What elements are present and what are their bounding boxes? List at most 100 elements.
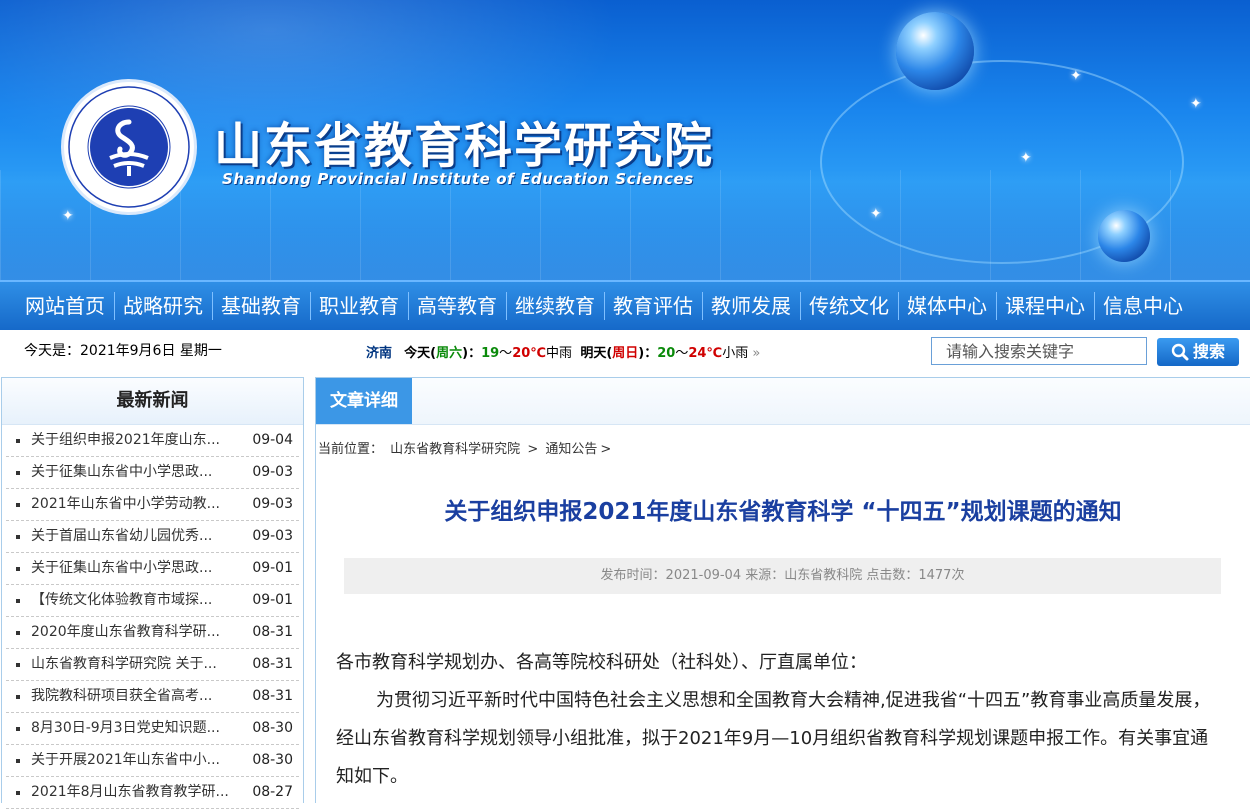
article-meta: 发布时间：2021-09-04 来源：山东省教科院 点击数：1477次: [344, 558, 1221, 594]
article-paragraph: 为贯彻习近平新时代中国特色社会主义思想和全国教育大会精神,促进我省“十四五”教育…: [336, 690, 1211, 787]
news-list-item[interactable]: 2021年8月山东省教育教学研... 08-27: [6, 777, 299, 809]
weather-forecast: 济南 今天(周六)：19〜20℃中雨 明天(周日)：20〜24℃小雨 »: [366, 342, 760, 361]
news-title[interactable]: 【传统文化体验教育市域探...: [31, 585, 241, 616]
nav-item[interactable]: 继续教育: [506, 282, 604, 330]
nav-item[interactable]: 职业教育: [310, 282, 408, 330]
bullet-icon: [16, 535, 20, 539]
seal-emblem-icon: [109, 119, 149, 176]
news-title[interactable]: 2020年度山东省教育科学研...: [31, 617, 241, 648]
nav-item[interactable]: 课程中心: [996, 282, 1094, 330]
article-salutation: 各市教育科学规划办、各高等院校科研处（社科处）、厅直属单位：: [336, 652, 867, 673]
nav-item[interactable]: 教育评估: [604, 282, 702, 330]
bullet-icon: [16, 631, 20, 635]
weather-tomorrow-cond: 小雨: [722, 346, 749, 361]
tab-article-detail[interactable]: 文章详细: [316, 378, 412, 424]
news-list-item[interactable]: 关于首届山东省幼儿园优秀... 09-03: [6, 521, 299, 553]
bullet-icon: [16, 599, 20, 603]
nav-item[interactable]: 高等教育: [408, 282, 506, 330]
weather-today-label: 今天(: [404, 346, 437, 361]
bullet-icon: [16, 471, 20, 475]
search-input[interactable]: 请输入搜索关键字: [931, 337, 1147, 365]
news-list-item[interactable]: 山东省教育科学研究院 关于... 08-31: [6, 649, 299, 681]
news-title[interactable]: 关于征集山东省中小学思政...: [31, 457, 241, 488]
latest-news-panel: 最新新闻 关于组织申报2021年度山东... 09-04 关于征集山东省中小学思政.…: [1, 377, 304, 809]
news-list-item[interactable]: 【传统文化体验教育市域探... 09-01: [6, 585, 299, 617]
news-title[interactable]: 关于开展2021年山东省中小...: [31, 745, 241, 776]
nav-item[interactable]: 媒体中心: [898, 282, 996, 330]
news-title[interactable]: 关于首届山东省幼儿园优秀...: [31, 521, 241, 552]
weather-today-high: 20℃: [512, 346, 547, 361]
bullet-icon: [16, 759, 20, 763]
breadcrumb-section-link[interactable]: 通知公告: [545, 442, 597, 457]
search-button[interactable]: 搜索: [1157, 338, 1239, 366]
news-title[interactable]: 8月30日-9月3日党史知识题...: [31, 713, 241, 744]
news-date: 08-31: [252, 688, 293, 704]
bullet-icon: [16, 567, 20, 571]
weather-tilde: 〜: [675, 346, 689, 361]
weather-tomorrow-label: 明天(: [580, 346, 613, 361]
weather-tilde: 〜: [499, 346, 513, 361]
news-list-item[interactable]: 2020年度山东省教育科学研... 08-31: [6, 617, 299, 649]
bullet-icon: [16, 791, 20, 795]
news-title[interactable]: 关于组织申报2021年度山东...: [31, 425, 241, 456]
info-bar: 今天是：2021年9月6日 星期一 济南 今天(周六)：19〜20℃中雨 明天(…: [0, 330, 1250, 372]
news-date: 08-27: [252, 784, 293, 800]
news-title[interactable]: 2021年8月山东省教育教学研...: [31, 777, 241, 808]
nav-item[interactable]: 信息中心: [1094, 282, 1192, 330]
nav-item[interactable]: 教师发展: [702, 282, 800, 330]
bullet-icon: [16, 663, 20, 667]
bullet-icon: [16, 695, 20, 699]
news-list-item[interactable]: 8月30日-9月3日党史知识题... 08-30: [6, 713, 299, 745]
news-title[interactable]: 2021年山东省中小学劳动教...: [31, 489, 241, 520]
nav-item[interactable]: 网站首页: [16, 282, 114, 330]
news-date: 08-31: [252, 624, 293, 640]
news-list: 关于组织申报2021年度山东... 09-04 关于征集山东省中小学思政... 09-…: [2, 425, 303, 809]
news-list-item[interactable]: 关于开展2021年山东省中小... 08-30: [6, 745, 299, 777]
breadcrumb-home-link[interactable]: 山东省教育科学研究院: [390, 442, 520, 457]
weather-tomorrow-day: 周日: [612, 346, 639, 361]
institute-seal-logo[interactable]: [64, 82, 194, 212]
news-title[interactable]: 山东省教育科学研究院 关于...: [31, 649, 241, 680]
latest-news-title: 最新新闻: [2, 378, 303, 425]
site-banner: ✦ ✦ ✦ ✦ ✦ 山东省教育科学研究院 Shandong Provincial…: [0, 0, 1250, 280]
weather-tomorrow-sep: )：: [638, 346, 658, 361]
news-date: 08-30: [252, 720, 293, 736]
breadcrumb-separator: >: [527, 442, 539, 457]
globe-small-icon: [1098, 210, 1150, 262]
article-panel: 文章详细 当前位置： 山东省教育科学研究院 > 通知公告 > 关于组织申报2021…: [315, 377, 1250, 803]
news-date: 09-03: [252, 464, 293, 480]
weather-today-sep: )：: [462, 346, 482, 361]
article-body: 各市教育科学规划办、各高等院校科研处（社科处）、厅直属单位： 为贯彻习近平新时代…: [336, 644, 1226, 796]
search-icon: [1171, 343, 1189, 361]
weather-more-icon[interactable]: »: [752, 346, 760, 361]
main-nav: 网站首页 战略研究 基础教育 职业教育 高等教育 继续教育 教育评估 教师发展 传统文化 媒体中心…: [0, 280, 1250, 330]
star-icon: ✦: [1190, 96, 1202, 112]
news-title[interactable]: 关于征集山东省中小学思政...: [31, 553, 241, 584]
news-date: 09-01: [252, 592, 293, 608]
nav-item[interactable]: 传统文化: [800, 282, 898, 330]
bullet-icon: [16, 727, 20, 731]
bullet-icon: [16, 439, 20, 443]
article-tabbar: 文章详细: [316, 378, 1250, 425]
breadcrumb: 当前位置： 山东省教育科学研究院 > 通知公告 >: [318, 438, 614, 457]
nav-item[interactable]: 基础教育: [212, 282, 310, 330]
news-date: 08-30: [252, 752, 293, 768]
news-list-item[interactable]: 关于征集山东省中小学思政... 09-03: [6, 457, 299, 489]
news-list-item[interactable]: 2021年山东省中小学劳动教... 09-03: [6, 489, 299, 521]
news-list-item[interactable]: 我院教科研项目获全省高考... 08-31: [6, 681, 299, 713]
nav-item[interactable]: 战略研究: [114, 282, 212, 330]
search-button-label: 搜索: [1192, 342, 1225, 361]
news-list-item[interactable]: 关于征集山东省中小学思政... 09-01: [6, 553, 299, 585]
news-date: 09-01: [252, 560, 293, 576]
today-date: 今天是：2021年9月6日 星期一: [24, 343, 222, 359]
star-icon: ✦: [870, 206, 882, 222]
weather-city: 济南: [366, 346, 393, 361]
news-list-item[interactable]: 关于组织申报2021年度山东... 09-04: [6, 425, 299, 457]
bullet-icon: [16, 503, 20, 507]
weather-today-low: 19: [481, 346, 500, 361]
news-date: 09-04: [252, 432, 293, 448]
star-icon: ✦: [1020, 150, 1032, 166]
news-title[interactable]: 我院教科研项目获全省高考...: [31, 681, 241, 712]
seal-emblem: [90, 108, 168, 186]
site-title: 山东省教育科学研究院: [214, 118, 715, 174]
